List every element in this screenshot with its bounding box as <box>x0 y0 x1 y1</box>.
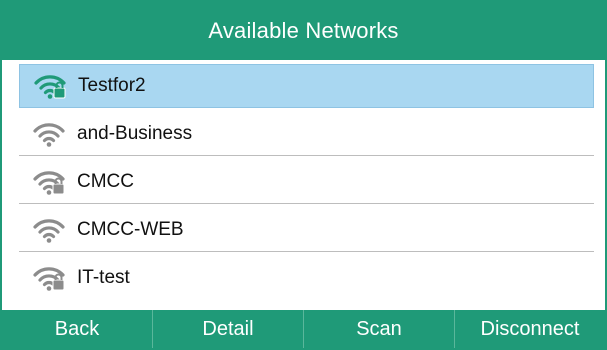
network-row-cmcc-web[interactable]: CMCC-WEB <box>19 208 594 252</box>
wifi-locked-icon <box>32 71 68 101</box>
network-name: CMCC <box>77 170 134 192</box>
network-name: CMCC-WEB <box>77 218 184 240</box>
wifi-icon <box>31 215 67 245</box>
back-button[interactable]: Back <box>2 310 153 348</box>
network-name: and-Business <box>77 122 193 144</box>
disconnect-button[interactable]: Disconnect <box>455 310 605 348</box>
title-text: Available Networks <box>208 18 399 43</box>
wifi-locked-icon <box>31 263 67 293</box>
detail-button[interactable]: Detail <box>153 310 304 348</box>
scan-button[interactable]: Scan <box>304 310 455 348</box>
network-row-and-business[interactable]: and-Business <box>19 112 594 156</box>
wifi-icon <box>31 119 67 149</box>
screen-frame: Available Networks Testfor2 and-Business… <box>0 0 607 350</box>
network-row-cmcc[interactable]: CMCC <box>19 160 594 204</box>
softkey-bar: Back Detail Scan Disconnect <box>2 310 605 348</box>
network-name: Testfor2 <box>78 75 146 96</box>
page-title: Available Networks <box>2 2 605 60</box>
network-row-testfor2[interactable]: Testfor2 <box>19 64 594 108</box>
network-list: Testfor2 and-Business CMCC CMCC-WEB IT-t… <box>2 60 605 310</box>
network-row-it-test[interactable]: IT-test <box>19 256 594 300</box>
network-name: IT-test <box>77 267 130 288</box>
wifi-locked-icon <box>31 167 67 197</box>
